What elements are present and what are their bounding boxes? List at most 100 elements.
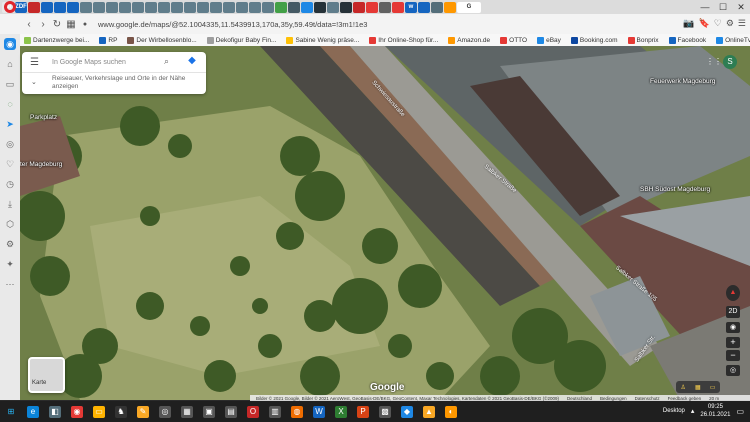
network-icon[interactable]: ▴ [691,407,695,415]
bookmark-item[interactable]: Sabine Wenig präse... [286,36,359,44]
desktop-label[interactable]: Desktop [663,408,685,414]
place-label-left[interactable]: ter Magdeburg [20,161,62,168]
bookmark-item[interactable]: eBay [537,36,561,44]
tab[interactable] [54,1,66,13]
grid-small-icon[interactable]: ▦ [695,384,701,391]
zoom-in-button[interactable]: + [726,337,740,348]
firefox-icon[interactable]: ◍ [291,405,303,418]
bookmark-item[interactable]: Dekofigur Baby Fin... [206,36,276,44]
tab[interactable]: w [405,1,417,13]
bookmark-item[interactable]: Dartenzwerge bei... [24,36,89,44]
tab[interactable] [327,1,339,13]
tab[interactable] [249,1,261,13]
tab[interactable] [119,1,131,13]
menu-icon[interactable]: ☰ [738,18,746,29]
back-icon[interactable]: ‹ [22,19,36,30]
whatsapp-icon[interactable]: ◌ [4,98,16,110]
compass-icon[interactable]: ▲ [726,285,740,301]
tab[interactable] [340,1,352,13]
clock[interactable]: 09:25 26.01.2021 [700,403,730,419]
tab[interactable] [106,1,118,13]
tab[interactable] [353,1,365,13]
windows-start-icon[interactable]: ⊞ [5,406,17,418]
avatar[interactable]: S [723,55,737,69]
camera-icon[interactable]: 📷 [683,18,694,29]
scale-label[interactable]: 20 m [709,396,719,401]
country-link[interactable]: Deutschland [567,396,592,401]
briefcase-icon[interactable]: ▭ [4,78,16,90]
settings-icon[interactable]: ⚙ [726,18,734,29]
search-input[interactable]: In Google Maps suchen [52,59,126,66]
more-icon[interactable]: ⋯ [4,278,16,290]
hamburger-menu-icon[interactable]: ☰ [30,57,39,68]
store2-icon[interactable]: ◆ [401,405,413,418]
tab[interactable] [67,1,79,13]
satellite-map[interactable]: Parkplatz ter Magdeburg Feuerwerk Magdeb… [20,46,750,400]
file-explorer-icon[interactable]: ▭ [93,405,105,418]
url-field[interactable]: www.google.de/maps/@52.1004335,11.543991… [98,20,367,29]
tab[interactable] [41,1,53,13]
bookmark-item[interactable]: Ihr Online-Shop für... [369,36,438,44]
settings-icon[interactable]: ⚙ [4,238,16,250]
bookmark-icon[interactable]: 🔖 [699,18,710,29]
paint-icon[interactable]: ✎ [137,405,149,418]
calculator-icon[interactable]: ▤ [225,405,237,418]
tab[interactable] [314,1,326,13]
tab[interactable] [366,1,378,13]
bookmark-item[interactable]: OTTO [500,36,527,44]
app-icon[interactable]: ▥ [269,405,281,418]
powerpoint-icon[interactable]: P [357,405,369,418]
tilt-2d-button[interactable]: 2D [726,306,740,318]
bookmark-item[interactable]: Facebook [668,36,706,44]
zoom-out-button[interactable]: − [726,350,740,361]
tab[interactable] [197,1,209,13]
feedback-link[interactable]: Feedback geben [668,396,702,401]
sbh-label[interactable]: SBH Südost Magdeburg [640,186,710,193]
tab[interactable] [223,1,235,13]
tab[interactable] [80,1,92,13]
excel-icon[interactable]: X [335,405,347,418]
box-icon[interactable]: ⬡ [4,218,16,230]
apps-grid-icon[interactable]: ⋮⋮ [706,57,722,66]
reload-icon[interactable]: ↻ [50,19,64,30]
bookmark-item[interactable]: Der Wirbellosenblo... [127,36,197,44]
tab[interactable] [158,1,170,13]
tab[interactable] [28,1,40,13]
bing-icon[interactable]: ◐ [445,405,457,418]
edge-icon[interactable]: e [27,405,39,418]
nearby-link[interactable]: Reiseauer, Verkehrslage und Orte in der … [52,75,202,91]
grid-icon[interactable]: ▦ [64,19,78,30]
pegman-icon[interactable]: ◉ [726,322,740,333]
bookmark-item[interactable]: Bonprix [627,36,659,44]
chevron-down-icon[interactable]: ⌄ [31,78,37,86]
opera-logo-icon[interactable] [4,1,16,13]
tab[interactable] [275,1,287,13]
media-icon[interactable]: ▦ [181,405,193,418]
tab[interactable] [262,1,274,13]
forward-icon[interactable]: › [36,19,50,30]
history-icon[interactable]: ◷ [4,178,16,190]
word-icon[interactable]: W [313,405,325,418]
person-icon[interactable]: ♙ [681,384,686,391]
tab[interactable] [379,1,391,13]
store-icon[interactable]: ◧ [49,405,61,418]
tab[interactable] [431,1,443,13]
expand-icon[interactable]: ▭ [710,384,716,391]
map-mini-toolbar[interactable]: ♙ ▦ ▭ [676,381,720,393]
tab[interactable] [444,1,456,13]
bookmark-item[interactable]: Booking.com [570,36,618,44]
tab[interactable] [288,1,300,13]
tab[interactable]: ZDF [15,1,27,13]
tab-active[interactable]: G [457,1,481,13]
camera-icon[interactable]: ◎ [159,405,171,418]
tab[interactable] [392,1,404,13]
tab[interactable] [171,1,183,13]
notifications-icon[interactable]: ▭ [736,407,744,416]
privacy-link[interactable]: Datenschutz [635,396,660,401]
tab[interactable] [301,1,313,13]
parkplatz-label[interactable]: Parkplatz [30,114,57,121]
home-icon[interactable]: ⌂ [4,58,16,70]
game-icon[interactable]: ♞ [115,405,127,418]
place-label-corner[interactable]: Feuerwerk Magdeburg [650,78,715,85]
minimize-button[interactable]: — [696,0,714,14]
